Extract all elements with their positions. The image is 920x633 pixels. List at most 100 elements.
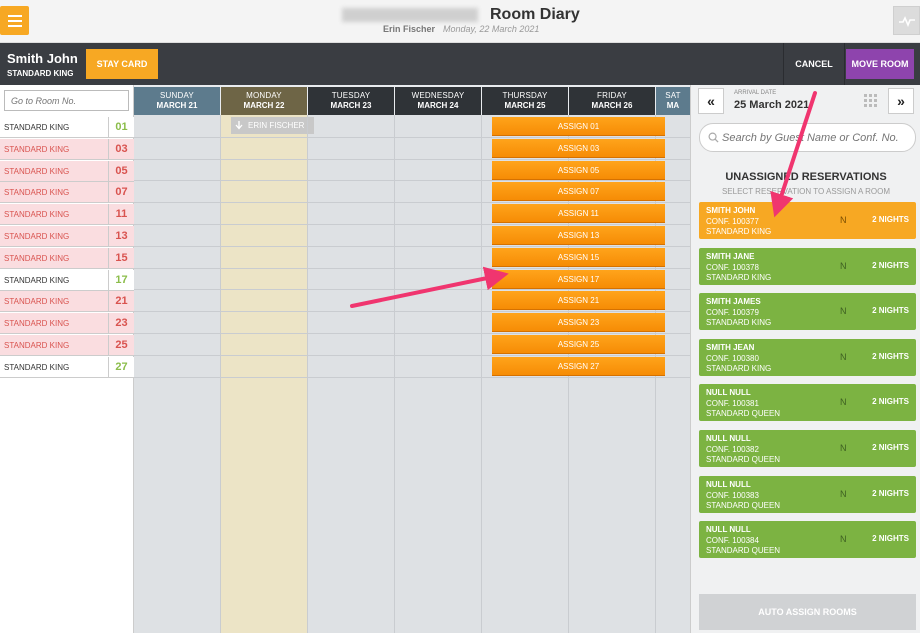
current-day-column xyxy=(221,115,307,633)
reservation-name: NULL NULL xyxy=(706,479,751,489)
assign-room-bar[interactable]: ASSIGN 03 xyxy=(492,138,665,158)
reservation-conf: CONF. 100381 xyxy=(706,399,759,409)
menu-icon[interactable] xyxy=(0,6,29,35)
day-header-0: SUNDAY MARCH 21 xyxy=(134,87,220,115)
day-date: MARCH 23 xyxy=(330,101,372,110)
assign-room-bar[interactable]: ASSIGN 15 xyxy=(492,247,665,267)
room-row[interactable]: STANDARD KING 03 xyxy=(0,138,134,160)
chevron-right-icon: » xyxy=(897,93,905,109)
assign-room-bar[interactable]: ASSIGN 11 xyxy=(492,204,665,224)
page-title: Room Diary xyxy=(490,6,580,23)
room-type: STANDARD KING xyxy=(4,144,70,154)
guest-bar: Smith John STANDARD KING STAY CARD CANCE… xyxy=(0,43,920,85)
assign-room-bar[interactable]: ASSIGN 27 xyxy=(492,356,665,376)
reservation-flag: N xyxy=(840,306,847,317)
assign-room-bar[interactable]: ASSIGN 13 xyxy=(492,226,665,245)
reservation-card[interactable]: NULL NULL CONF. 100383 STANDARD QUEEN N 2 NI… xyxy=(699,475,916,513)
room-number: 21 xyxy=(108,291,134,313)
reservation-flag: N xyxy=(840,397,847,408)
reservation-card[interactable]: SMITH JEAN CONF. 100380 STANDARD KING N 2 NI… xyxy=(699,338,916,376)
arrival-arrow-icon xyxy=(235,121,243,130)
reservation-card[interactable]: NULL NULL CONF. 100384 STANDARD QUEEN N 2 NI… xyxy=(699,521,916,559)
day-date: MARCH 21 xyxy=(156,101,198,110)
reservation-card[interactable]: SMITH JAMES CONF. 100379 STANDARD KING N 2 N… xyxy=(699,293,916,331)
room-row[interactable]: STANDARD KING 13 xyxy=(0,226,134,247)
guest-search-box[interactable] xyxy=(699,123,916,152)
room-number: 11 xyxy=(108,204,134,226)
reservation-room-type: STANDARD QUEEN xyxy=(706,455,781,464)
reservation-nights: 2 NIGHTS xyxy=(872,351,909,361)
top-bar: Room Diary Erin Fischer Monday, 22 March… xyxy=(0,0,920,43)
room-row[interactable]: STANDARD KING 01 xyxy=(0,117,134,138)
auto-assign-button[interactable]: AUTO ASSIGN ROOMS xyxy=(699,594,916,630)
room-number: 03 xyxy=(108,138,134,160)
day-name: TUESDAY xyxy=(331,91,371,100)
reservation-card[interactable]: NULL NULL CONF. 100382 STANDARD QUEEN N 2 NI… xyxy=(699,430,916,467)
activity-button[interactable] xyxy=(893,6,920,35)
reservation-conf: CONF. 100380 xyxy=(706,353,759,363)
reservation-room-type: STANDARD KING xyxy=(706,363,772,373)
room-row[interactable]: STANDARD KING 21 xyxy=(0,291,134,313)
room-number: 23 xyxy=(108,313,134,335)
room-row[interactable]: STANDARD KING 17 xyxy=(0,269,134,291)
reservation-nights: 2 NIGHTS xyxy=(872,488,909,498)
prev-date-button[interactable]: « xyxy=(698,88,724,114)
room-type: STANDARD KING xyxy=(4,232,70,241)
day-header-2: TUESDAY MARCH 23 xyxy=(308,87,394,115)
cancel-button[interactable]: CANCEL xyxy=(783,43,845,85)
move-room-button[interactable]: MOVE ROOM xyxy=(846,49,914,79)
room-row[interactable]: STANDARD KING 07 xyxy=(0,182,134,204)
room-row[interactable]: STANDARD KING 05 xyxy=(0,160,134,182)
room-row[interactable]: STANDARD KING 25 xyxy=(0,335,134,356)
reservation-card[interactable]: NULL NULL CONF. 100381 STANDARD QUEEN N 2 NI… xyxy=(699,384,916,422)
reservation-flag: N xyxy=(840,534,847,545)
occupied-guest-name: ERIN FISCHER xyxy=(248,121,305,130)
room-number: 01 xyxy=(108,117,134,138)
reservation-conf: CONF. 100379 xyxy=(706,308,759,318)
assign-room-bar[interactable]: ASSIGN 21 xyxy=(492,291,665,311)
assign-room-bar[interactable]: ASSIGN 25 xyxy=(492,335,665,354)
stay-card-button[interactable]: STAY CARD xyxy=(86,49,158,79)
reservation-card[interactable]: SMITH JANE CONF. 100378 STANDARD KING N 2 NI… xyxy=(699,247,916,285)
room-row[interactable]: STANDARD KING 23 xyxy=(0,313,134,335)
row-divider xyxy=(134,333,690,334)
reservation-nights: 2 NIGHTS xyxy=(872,215,909,224)
calendar-grid-icon[interactable] xyxy=(864,94,877,107)
reservation-conf: CONF. 100382 xyxy=(706,445,759,454)
unassigned-title: UNASSIGNED RESERVATIONS xyxy=(725,171,887,183)
next-date-button[interactable]: » xyxy=(888,88,914,114)
row-divider xyxy=(134,289,690,291)
reservation-flag: N xyxy=(840,351,847,362)
room-number-input[interactable] xyxy=(4,90,129,111)
reservation-card[interactable]: SMITH JOHN CONF. 100377 STANDARD KING N 2 NI… xyxy=(699,202,916,239)
room-type: STANDARD KING xyxy=(4,253,70,263)
day-date: MA xyxy=(666,101,680,110)
column-divider xyxy=(307,115,308,633)
room-row[interactable]: STANDARD KING 11 xyxy=(0,204,134,226)
assign-room-bar[interactable]: ASSIGN 23 xyxy=(492,313,665,333)
day-name: FRIDAY xyxy=(597,91,627,100)
day-header-3: WEDNESDAY MARCH 24 xyxy=(395,87,481,115)
reservation-room-type: STANDARD KING xyxy=(706,272,772,282)
search-icon xyxy=(708,132,719,143)
reservation-flag: N xyxy=(840,443,847,453)
reservation-flag: N xyxy=(840,215,847,225)
day-name: THURSDAY xyxy=(502,91,548,100)
arrival-date-value[interactable]: 25 March 2021 xyxy=(734,99,809,111)
assign-room-bar[interactable]: ASSIGN 07 xyxy=(492,182,665,202)
day-header-5: FRIDAY MARCH 26 xyxy=(569,87,655,115)
day-name: MONDAY xyxy=(246,91,282,100)
room-row[interactable]: STANDARD KING 15 xyxy=(0,247,134,269)
reservation-room-type: STANDARD QUEEN xyxy=(706,546,781,556)
room-row[interactable]: STANDARD KING 27 xyxy=(0,356,134,378)
room-number: 15 xyxy=(108,247,134,269)
room-number: 13 xyxy=(108,226,134,247)
assign-room-bar[interactable]: ASSIGN 17 xyxy=(492,269,665,289)
occupied-reservation-chip[interactable]: ERIN FISCHER xyxy=(231,117,314,134)
assign-room-bar[interactable]: ASSIGN 05 xyxy=(492,160,665,180)
column-divider xyxy=(481,115,482,633)
reservation-nights: 2 NIGHTS xyxy=(872,443,909,452)
guest-search-input[interactable] xyxy=(722,130,907,146)
reservation-conf: CONF. 100384 xyxy=(706,536,759,546)
assign-room-bar[interactable]: ASSIGN 01 xyxy=(492,117,665,136)
